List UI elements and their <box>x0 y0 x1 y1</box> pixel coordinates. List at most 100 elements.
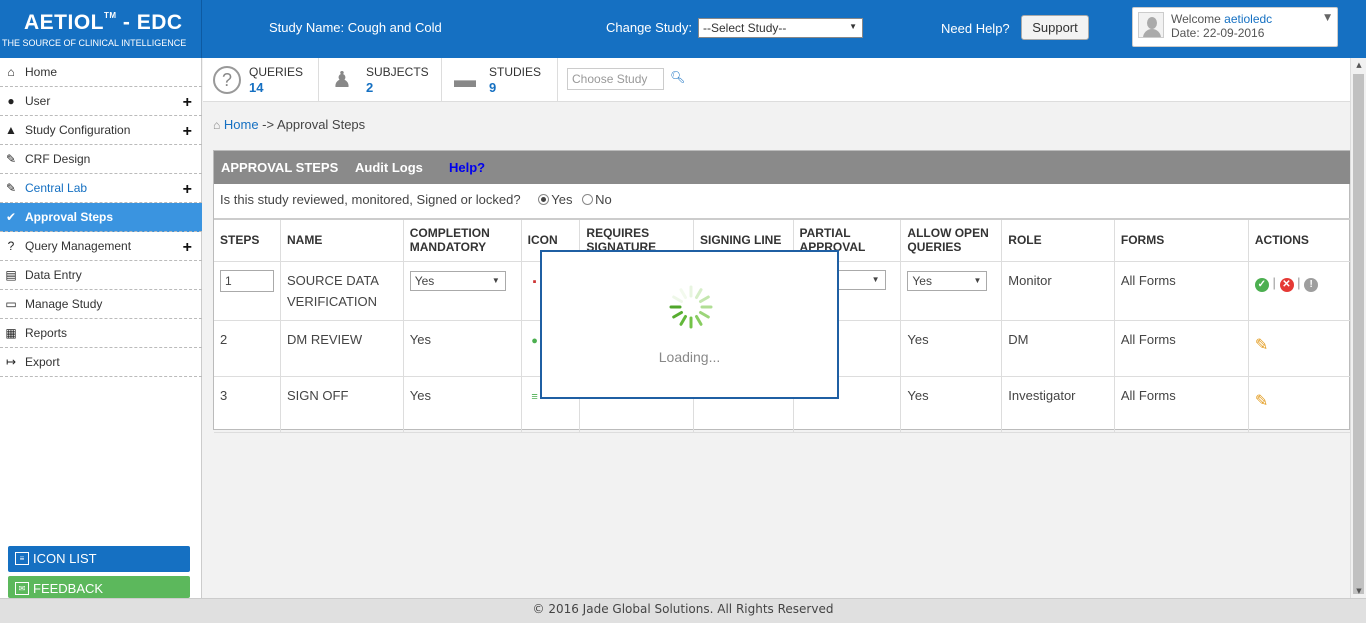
role-cell: Investigator <box>1001 376 1115 433</box>
footer: © 2016 Jade Global Solutions. All Rights… <box>0 598 1366 623</box>
step-order-input[interactable]: 1 <box>220 269 274 292</box>
username: aetioledc <box>1224 12 1273 26</box>
role-cell: DM <box>1001 320 1115 377</box>
person-icon: ♟ <box>332 67 352 92</box>
radio-yes[interactable] <box>538 194 550 205</box>
breadcrumb-separator: -> <box>258 117 277 132</box>
approval-check-icon: ✔ <box>5 210 17 224</box>
choose-study-input[interactable]: Choose Study <box>567 68 664 90</box>
cancel-x-icon[interactable]: ✕ <box>1279 277 1294 292</box>
scroll-up-arrow-icon[interactable]: ▲ <box>1351 58 1366 72</box>
col-steps: STEPS <box>214 219 281 262</box>
col-actions: ACTIONS <box>1248 219 1351 262</box>
review-question: Is this study reviewed, monitored, Signe… <box>220 192 521 207</box>
pencil-edit-icon[interactable]: ✎ <box>1255 335 1268 356</box>
breadcrumb-current: Approval Steps <box>277 117 366 132</box>
sidebar-item-study-configuration[interactable]: ▲ Study Configuration + <box>0 116 202 145</box>
study-name: Study Name: Cough and Cold <box>269 20 442 35</box>
stat-subjects-count: 2 <box>366 80 374 95</box>
scroll-thumb[interactable] <box>1353 74 1364 594</box>
actions-cell: ✎ <box>1248 320 1351 377</box>
stat-studies[interactable]: ▬ STUDIES 9 <box>442 58 558 102</box>
page-scrollbar[interactable]: ▲ ▼ <box>1350 58 1366 598</box>
help-link[interactable]: Help? <box>449 160 485 175</box>
open-queries-cell: Yes <box>900 376 1003 433</box>
list-icon: ≡ <box>15 552 29 565</box>
chevron-down-icon[interactable]: ▼ <box>1324 13 1331 23</box>
col-allow-open-queries: ALLOW OPEN QUERIES <box>900 219 1003 262</box>
expand-plus-icon[interactable]: + <box>183 124 192 140</box>
sidebar-item-central-lab[interactable]: ✎ Central Lab + <box>0 174 202 203</box>
tab-audit-logs[interactable]: Audit Logs <box>355 160 423 175</box>
support-button[interactable]: Support <box>1021 15 1089 40</box>
pencil-edit-icon[interactable]: ✎ <box>1255 391 1268 412</box>
chevron-down-icon: ▼ <box>849 22 857 31</box>
radio-yes-label: Yes <box>551 192 573 207</box>
breadcrumb-home-link[interactable]: Home <box>224 117 259 132</box>
stat-studies-label: STUDIES <box>489 65 542 79</box>
stat-queries[interactable]: ? QUERIES 14 <box>203 58 319 102</box>
study-config-icon: ▲ <box>5 123 17 137</box>
forms-link[interactable]: All Forms <box>1114 261 1249 321</box>
sidebar-item-data-entry[interactable]: ▤ Data Entry <box>0 261 202 290</box>
panel-header: APPROVAL STEPS Audit Logs Help? <box>214 151 1351 184</box>
expand-plus-icon[interactable]: + <box>183 240 192 256</box>
sidebar-item-manage-study[interactable]: ▭ Manage Study <box>0 290 202 319</box>
step-cell: 2 <box>214 320 281 377</box>
role-cell: Monitor <box>1001 261 1115 321</box>
change-study-select[interactable]: --Select Study-- ▼ <box>698 18 863 38</box>
central-lab-icon: ✎ <box>5 181 17 195</box>
manage-study-icon: ▭ <box>5 297 17 311</box>
actions-cell: ✓ | ✕ | ! <box>1248 261 1351 321</box>
chevron-down-icon: ▼ <box>491 275 500 285</box>
stat-queries-count: 14 <box>249 80 264 95</box>
change-study-label: Change Study: <box>606 20 693 35</box>
save-check-icon[interactable]: ✓ <box>1254 277 1269 292</box>
sidebar: ⌂ Home ● User + ▲ Study Configuration + … <box>0 58 202 598</box>
scroll-down-arrow-icon[interactable]: ▼ <box>1351 584 1366 598</box>
info-alert-icon[interactable]: ! <box>1304 277 1319 292</box>
expand-plus-icon[interactable]: + <box>183 95 192 111</box>
sidebar-item-export[interactable]: ↦ Export <box>0 348 202 377</box>
loading-spinner-icon <box>669 285 713 329</box>
radio-no[interactable] <box>582 194 594 205</box>
forms-link[interactable]: All Forms <box>1114 376 1249 433</box>
icon-list-button[interactable]: ≡ ICON LIST <box>8 546 190 572</box>
stat-subjects[interactable]: ♟ SUBJECTS 2 <box>319 58 442 102</box>
stat-subjects-label: SUBJECTS <box>366 65 429 79</box>
logo-title: AETIOLTM - EDC <box>24 11 183 34</box>
feedback-button[interactable]: ✉ FEEDBACK <box>8 576 190 598</box>
study-select-value: --Select Study-- <box>703 21 787 35</box>
chevron-down-icon: ▼ <box>973 275 982 285</box>
logo[interactable]: AETIOLTM - EDC THE SOURCE OF CLINICAL IN… <box>0 0 202 58</box>
sidebar-item-query-management[interactable]: ? Query Management + <box>0 232 202 261</box>
chevron-down-icon: ▼ <box>871 274 880 284</box>
sidebar-item-reports[interactable]: ▦ Reports <box>0 319 202 348</box>
crf-design-icon: ✎ <box>5 152 17 166</box>
sidebar-item-crf-design[interactable]: ✎ CRF Design <box>0 145 202 174</box>
expand-plus-icon[interactable]: + <box>183 182 192 198</box>
reports-icon: ▦ <box>5 326 17 340</box>
breadcrumb: ⌂ Home -> Approval Steps <box>213 117 365 132</box>
question-bubble-icon: ? <box>213 66 241 94</box>
loading-text: Loading... <box>658 349 721 365</box>
search-icon[interactable]: 🔍︎ <box>670 70 685 84</box>
sidebar-item-user[interactable]: ● User + <box>0 87 202 116</box>
stat-studies-count: 9 <box>489 80 497 95</box>
sidebar-item-home[interactable]: ⌂ Home <box>0 58 202 87</box>
sidebar-item-approval-steps[interactable]: ✔ Approval Steps <box>0 203 202 232</box>
home-icon: ⌂ <box>7 65 15 79</box>
step-cell: 3 <box>214 376 281 433</box>
radio-no-label: No <box>595 192 612 207</box>
allow-open-queries-select[interactable]: Yes ▼ <box>907 270 988 291</box>
loading-dialog: Loading... <box>540 250 839 399</box>
stats-bar: ? QUERIES 14 ♟ SUBJECTS 2 ▬ STUDIES 9 Ch… <box>203 58 1350 102</box>
envelope-icon: ✉ <box>15 582 29 595</box>
forms-link[interactable]: All Forms <box>1114 320 1249 377</box>
completion-mandatory-select[interactable]: Yes ▼ <box>409 270 506 291</box>
user-menu[interactable]: Welcome aetioledc Date: 22-09-2016 ▼ <box>1132 7 1338 47</box>
tab-approval-steps[interactable]: APPROVAL STEPS <box>221 160 338 175</box>
query-icon: ? <box>7 239 15 253</box>
col-name: NAME <box>280 219 404 262</box>
welcome-label: Welcome <box>1171 12 1221 26</box>
